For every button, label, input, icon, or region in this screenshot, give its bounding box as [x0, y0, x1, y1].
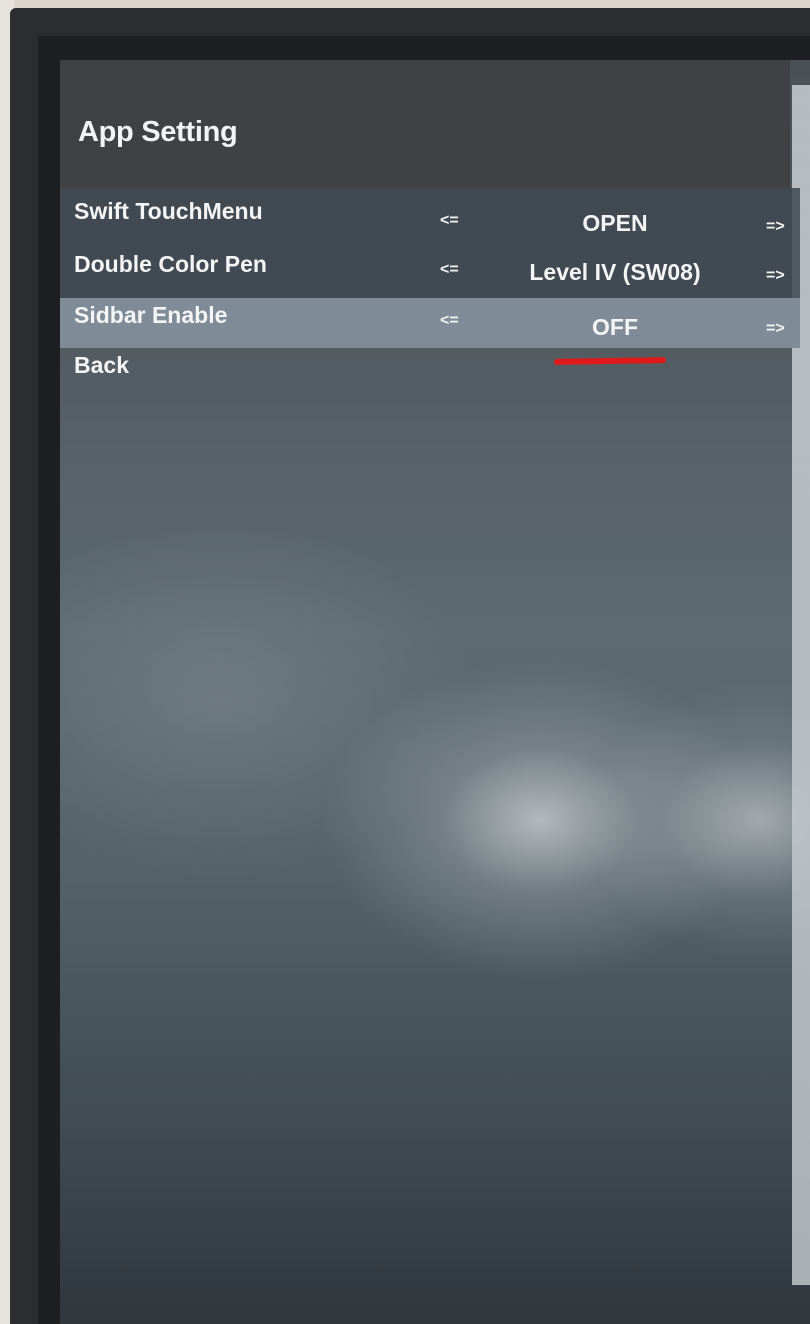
setting-label: Double Color Pen — [74, 251, 267, 277]
page-title: App Setting — [78, 116, 238, 148]
back-button[interactable]: Back — [60, 348, 800, 403]
prev-option-arrow[interactable]: <= — [440, 212, 459, 230]
title-bar: App Setting — [60, 60, 790, 188]
screen: App Setting Swift TouchMenu <= OPEN => D… — [60, 60, 810, 1324]
photo-background: App Setting Swift TouchMenu <= OPEN => D… — [0, 0, 810, 1324]
back-label: Back — [74, 352, 129, 378]
setting-value: Level IV (SW08) — [529, 259, 701, 285]
setting-row-double-color-pen[interactable]: Double Color Pen <= Level IV (SW08) => — [60, 243, 800, 298]
setting-value: OFF — [592, 314, 638, 340]
next-option-arrow[interactable]: => — [766, 320, 785, 338]
prev-option-arrow[interactable]: <= — [440, 312, 459, 330]
next-option-arrow[interactable]: => — [766, 267, 785, 285]
setting-label: Sidbar Enable — [74, 302, 228, 328]
prev-option-arrow[interactable]: <= — [440, 261, 459, 279]
setting-value: OPEN — [582, 210, 648, 236]
settings-list: Swift TouchMenu <= OPEN => Double Color … — [60, 188, 800, 403]
setting-row-sidbar-enable[interactable]: Sidbar Enable <= OFF => — [60, 298, 800, 348]
setting-label: Swift TouchMenu — [74, 198, 263, 224]
next-option-arrow[interactable]: => — [766, 218, 785, 236]
setting-row-swift-touchmenu[interactable]: Swift TouchMenu <= OPEN => — [60, 188, 800, 243]
